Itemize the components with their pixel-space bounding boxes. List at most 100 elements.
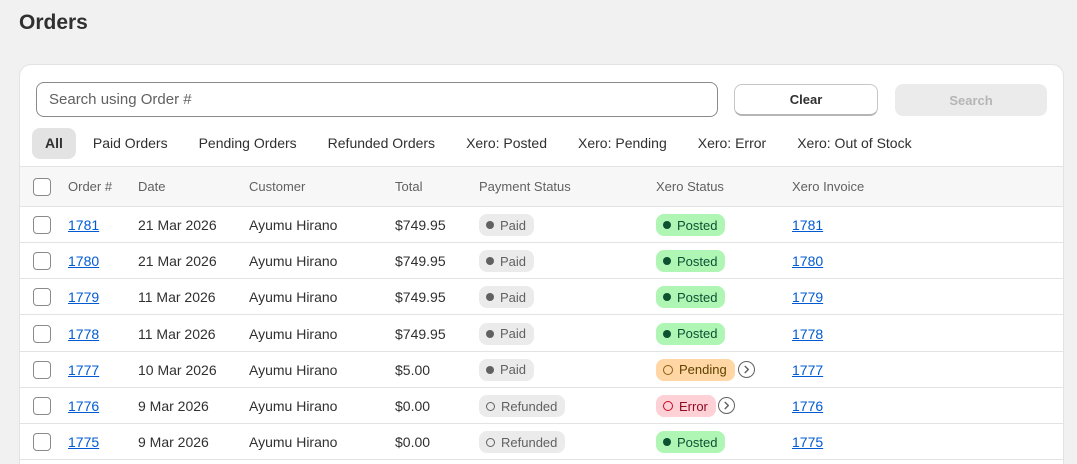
customer-name: Ayumu Hirano [249,398,338,414]
xero-invoice-link[interactable]: 1775 [792,434,823,450]
order-total: $749.95 [395,325,446,342]
table-header: Order # Date Customer Total Payment Stat… [20,166,1063,207]
order-total: $749.95 [395,289,446,306]
order-link[interactable]: 1778 [68,326,99,342]
order-link[interactable]: 1776 [68,398,99,414]
order-date: 21 Mar 2026 [138,217,217,233]
table-row[interactable]: 1776 9 Mar 2026 Ayumu Hirano $0.00 Refun… [20,388,1063,424]
row-checkbox[interactable] [33,216,51,234]
order-total: $0.00 [395,434,431,451]
table-row[interactable]: 1780 21 Mar 2026 Ayumu Hirano $749.95 Pa… [20,243,1063,280]
tab-refunded-orders[interactable]: Refunded Orders [314,128,449,159]
row-checkbox[interactable] [33,433,51,452]
payment-status-label: Paid [500,253,527,269]
xero-status-label: Pending [679,362,727,378]
status-dot-icon [663,257,671,266]
details-chevron-icon[interactable] [718,397,735,414]
header-customer[interactable]: Customer [249,167,305,207]
xero-status-label: Posted [677,289,718,305]
status-dot-icon [663,329,671,338]
order-total: $5.00 [395,361,431,378]
payment-status-label: Paid [500,326,527,342]
header-xero-invoice[interactable]: Xero Invoice [792,167,864,207]
select-all-checkbox[interactable] [33,178,51,196]
xero-status-badge: Error [656,395,716,417]
order-total: $749.95 [395,253,446,270]
payment-status-badge: Paid [479,286,535,309]
order-total: $749.95 [395,217,446,233]
status-dot-icon [663,293,671,302]
xero-status-label: Posted [677,434,718,450]
xero-status-badge: Posted [656,322,726,345]
xero-status-label: Posted [677,253,718,269]
order-link[interactable]: 1775 [68,434,99,450]
tab-xero-posted[interactable]: Xero: Posted [452,128,561,159]
xero-status-label: Posted [677,217,718,233]
table-row[interactable]: 1778 11 Mar 2026 Ayumu Hirano $749.95 Pa… [20,316,1063,352]
xero-invoice-link[interactable]: 1777 [792,362,823,378]
row-checkbox[interactable] [33,360,51,379]
payment-status-label: Refunded [501,398,558,414]
table-row[interactable]: 1775 9 Mar 2026 Ayumu Hirano $0.00 Refun… [20,424,1063,461]
status-dot-icon [486,365,494,374]
payment-status-badge: Refunded [479,431,566,454]
customer-name: Ayumu Hirano [249,434,338,451]
status-dot-icon [486,329,494,338]
table-row[interactable]: 1777 10 Mar 2026 Ayumu Hirano $5.00 Paid… [20,352,1063,388]
order-date: 11 Mar 2026 [138,289,216,306]
table-row[interactable]: 1779 11 Mar 2026 Ayumu Hirano $749.95 Pa… [20,279,1063,316]
filter-tabs: All Paid Orders Pending Orders Refunded … [32,127,929,159]
table-row[interactable]: 1781 21 Mar 2026 Ayumu Hirano $749.95 Pa… [20,207,1063,243]
xero-invoice-link[interactable]: 1776 [792,398,823,414]
search-button[interactable]: Search [895,84,1047,116]
tab-xero-error[interactable]: Xero: Error [684,128,780,159]
customer-name: Ayumu Hirano [249,289,338,306]
payment-status-label: Paid [500,289,527,305]
status-dot-icon [663,401,673,411]
payment-status-badge: Paid [479,358,535,381]
order-date: 11 Mar 2026 [138,325,216,342]
xero-invoice-link[interactable]: 1779 [792,289,823,305]
header-date[interactable]: Date [138,167,165,207]
header-payment-status[interactable]: Payment Status [479,167,571,207]
order-date: 9 Mar 2026 [138,398,209,414]
xero-status-label: Posted [677,326,718,342]
row-checkbox[interactable] [33,288,51,307]
xero-status-badge: Posted [656,431,726,454]
header-xero-status[interactable]: Xero Status [656,167,724,207]
payment-status-label: Refunded [501,434,558,450]
status-dot-icon [663,438,671,447]
tab-paid-orders[interactable]: Paid Orders [79,128,182,159]
tab-xero-out-of-stock[interactable]: Xero: Out of Stock [783,128,925,159]
order-link[interactable]: 1777 [68,362,99,378]
xero-invoice-link[interactable]: 1781 [792,217,823,233]
status-dot-icon [486,257,494,266]
order-link[interactable]: 1781 [68,217,99,233]
xero-status-label: Error [679,398,708,414]
header-total[interactable]: Total [395,167,422,207]
order-link[interactable]: 1779 [68,289,99,305]
tab-pending-orders[interactable]: Pending Orders [185,128,311,159]
tab-xero-pending[interactable]: Xero: Pending [564,128,681,159]
xero-status-badge: Pending [656,358,735,381]
status-dot-icon [486,437,495,447]
search-input[interactable] [36,82,718,117]
row-checkbox[interactable] [33,397,51,415]
xero-status-badge: Posted [656,250,726,273]
status-dot-icon [486,221,494,229]
order-link[interactable]: 1780 [68,253,99,269]
details-chevron-icon[interactable] [738,360,755,378]
xero-invoice-link[interactable]: 1780 [792,253,823,269]
status-dot-icon [486,401,495,411]
xero-invoice-link[interactable]: 1778 [792,326,823,342]
customer-name: Ayumu Hirano [249,253,338,270]
row-checkbox[interactable] [33,324,51,343]
payment-status-label: Paid [500,217,527,233]
tab-all[interactable]: All [32,127,76,159]
payment-status-badge: Paid [479,322,535,345]
clear-button[interactable]: Clear [734,84,878,116]
header-order[interactable]: Order # [68,167,112,207]
row-checkbox[interactable] [33,252,51,271]
customer-name: Ayumu Hirano [249,217,338,233]
status-dot-icon [486,293,494,302]
